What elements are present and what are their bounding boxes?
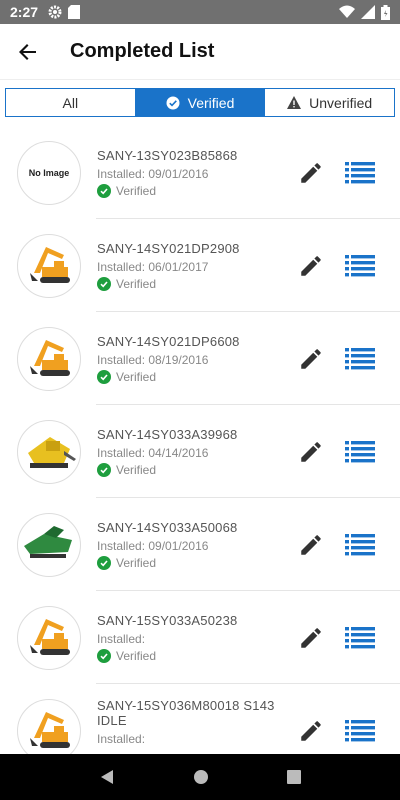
tab-verified[interactable]: Verified: [135, 89, 266, 116]
edit-pencil-icon[interactable]: [298, 439, 324, 465]
no-image-label: No Image: [28, 168, 70, 178]
verified-check-icon: [97, 649, 111, 663]
edit-pencil-icon[interactable]: [298, 346, 324, 372]
verification-status: Verified: [116, 184, 157, 198]
equipment-thumbnail: [17, 606, 81, 670]
status-time: 2:27: [10, 4, 39, 20]
serial-number: SANY-15SY033A50238: [97, 613, 238, 628]
installed-date: Installed: 08/19/2016: [97, 353, 209, 367]
details-list-icon[interactable]: [345, 441, 375, 463]
excavator-image: [30, 340, 70, 376]
edit-pencil-icon[interactable]: [298, 718, 324, 744]
equipment-list: No Image SANY-13SY023B85868 Installed: 0…: [0, 126, 400, 754]
edit-pencil-icon[interactable]: [298, 253, 324, 279]
edit-pencil-icon[interactable]: [298, 160, 324, 186]
list-item[interactable]: SANY-15SY036M80018 S143 IDLE Installed:: [0, 684, 400, 754]
list-item[interactable]: SANY-14SY021DP6608 Installed: 08/19/2016…: [0, 312, 400, 405]
signal-icon: [361, 5, 375, 19]
edit-pencil-icon[interactable]: [298, 532, 324, 558]
verification-status: Verified: [116, 649, 157, 663]
back-button[interactable]: [0, 24, 56, 80]
crusher-image: [28, 437, 76, 468]
tab-verified-label: Verified: [187, 94, 235, 111]
page-title: Completed List: [70, 40, 215, 62]
serial-number: SANY-14SY033A50068: [97, 520, 238, 535]
verification-status: Verified: [116, 556, 157, 570]
verification-status: Verified: [116, 463, 157, 477]
warning-icon: [287, 96, 302, 109]
installed-date: Installed:: [97, 632, 146, 646]
serial-number: SANY-14SY033A39968: [97, 427, 238, 442]
system-nav-bar: [0, 754, 400, 800]
wifi-icon: [339, 5, 355, 18]
sd-card-icon: [68, 5, 81, 19]
details-list-icon[interactable]: [345, 162, 375, 184]
nav-recents-icon[interactable]: [287, 770, 301, 784]
list-item[interactable]: SANY-14SY033A50068 Installed: 09/01/2016…: [0, 498, 400, 591]
app-bar: Completed List: [0, 24, 400, 80]
installed-date: Installed: 09/01/2016: [97, 539, 209, 553]
tab-all[interactable]: All: [6, 89, 136, 116]
excavator-image: [30, 247, 70, 283]
verification-status: Verified: [116, 370, 157, 384]
edit-pencil-icon[interactable]: [298, 625, 324, 651]
list-item[interactable]: SANY-15SY033A50238 Installed: Verified: [0, 591, 400, 684]
verified-check-icon: [97, 370, 111, 384]
details-list-icon[interactable]: [345, 255, 375, 277]
verified-check-icon: [97, 277, 111, 291]
tab-unverified-label: Unverified: [309, 94, 373, 111]
verified-check-icon: [97, 463, 111, 477]
details-list-icon[interactable]: [345, 720, 375, 742]
details-list-icon[interactable]: [345, 348, 375, 370]
details-list-icon[interactable]: [345, 627, 375, 649]
check-circle-icon: [166, 96, 180, 109]
nav-back-icon[interactable]: [99, 769, 115, 785]
serial-number: SANY-14SY021DP6608: [97, 334, 240, 349]
battery-icon: [381, 4, 390, 20]
installed-date: Installed:: [97, 732, 146, 746]
screener-image: [24, 526, 72, 558]
serial-number: SANY-15SY036M80018 S143 IDLE: [97, 698, 275, 728]
excavator-image: [30, 619, 70, 655]
nav-home-icon[interactable]: [193, 769, 209, 785]
list-item[interactable]: No Image SANY-13SY023B85868 Installed: 0…: [0, 126, 400, 219]
gear-icon: [48, 5, 62, 19]
installed-date: Installed: 09/01/2016: [97, 167, 209, 181]
equipment-thumbnail: [17, 699, 81, 754]
status-bar: 2:27: [0, 0, 400, 24]
serial-number: SANY-13SY023B85868: [97, 148, 238, 163]
equipment-thumbnail: No Image: [17, 141, 81, 205]
details-list-icon[interactable]: [345, 534, 375, 556]
excavator-image: [30, 712, 70, 748]
verification-status: Verified: [116, 277, 157, 291]
verified-check-icon: [97, 556, 111, 570]
tab-unverified[interactable]: Unverified: [265, 89, 394, 116]
equipment-thumbnail: [17, 234, 81, 298]
verified-check-icon: [97, 184, 111, 198]
list-item[interactable]: SANY-14SY021DP2908 Installed: 06/01/2017…: [0, 219, 400, 312]
tab-all-label: All: [62, 94, 79, 111]
arrow-back-icon: [19, 43, 36, 60]
installed-date: Installed: 06/01/2017: [97, 260, 209, 274]
serial-number: SANY-14SY021DP2908: [97, 241, 240, 256]
list-item[interactable]: SANY-14SY033A39968 Installed: 04/14/2016…: [0, 405, 400, 498]
equipment-thumbnail: [17, 420, 81, 484]
installed-date: Installed: 04/14/2016: [97, 446, 209, 460]
equipment-thumbnail: [17, 327, 81, 391]
filter-tabs: All Verified Unverified: [5, 88, 395, 117]
equipment-thumbnail: [17, 513, 81, 577]
